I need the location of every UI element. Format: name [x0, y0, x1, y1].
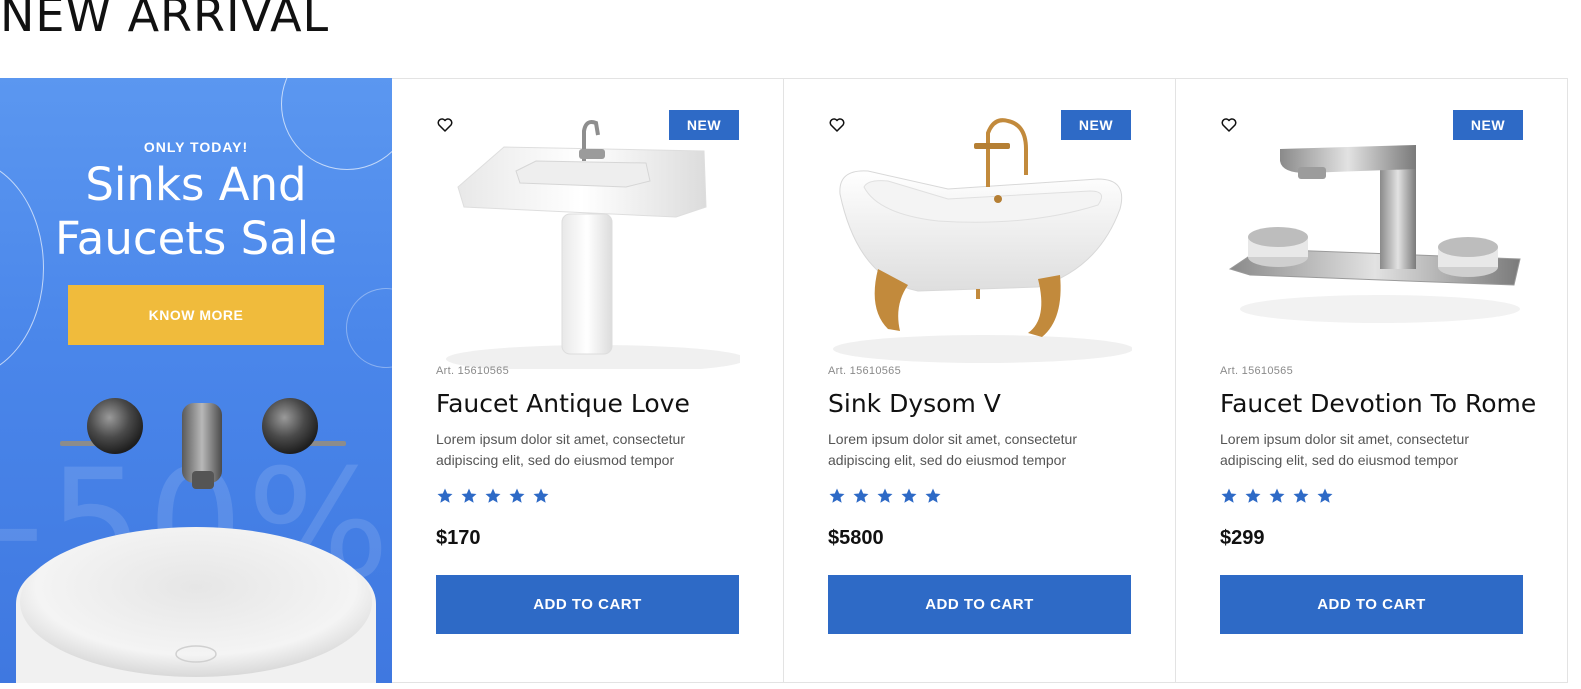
section-title: NEW ARRIVAL [0, 0, 330, 42]
star-icon [1293, 488, 1309, 503]
promo-eyebrow: ONLY TODAY! [143, 139, 249, 155]
heart-icon[interactable] [828, 116, 846, 134]
product-row: -50% ONLY TODAY! Sinks And Faucets Sale … [0, 78, 1568, 683]
product-description: Lorem ipsum dolor sit amet, consectetur … [828, 431, 1077, 468]
heart-icon[interactable] [1220, 116, 1238, 134]
decorative-ring [346, 288, 392, 368]
product-description: Lorem ipsum dolor sit amet, consectetur … [1220, 431, 1469, 468]
article-number: Art. 15610565 [828, 365, 902, 377]
star-icon [877, 488, 893, 503]
know-more-button[interactable]: KNOW MORE [68, 285, 324, 345]
product-name[interactable]: Faucet Devotion To Rome [1220, 389, 1536, 418]
clawfoot-bathtub-image [833, 118, 1132, 363]
product-name[interactable]: Faucet Antique Love [436, 389, 690, 418]
deck-faucet-image [1228, 145, 1521, 323]
article-number: Art. 15610565 [1220, 365, 1294, 377]
star-icon [1269, 488, 1285, 503]
heart-icon[interactable] [436, 116, 454, 134]
new-badge: NEW [669, 110, 739, 140]
product-card: NEW Art. 15610565 Faucet Antique Love Lo… [392, 78, 784, 683]
promo-headline-line: Sinks And [85, 158, 307, 211]
product-price: $170 [436, 527, 481, 549]
star-icon [1317, 488, 1333, 503]
rating-stars [1220, 487, 1334, 505]
star-icon [829, 488, 845, 503]
star-icon [509, 488, 525, 503]
promo-banner: -50% ONLY TODAY! Sinks And Faucets Sale … [0, 78, 392, 683]
rating-stars [436, 487, 550, 505]
product-price: $5800 [828, 527, 884, 549]
faucet-set-image [60, 398, 346, 489]
new-badge: NEW [1061, 110, 1131, 140]
product-name[interactable]: Sink Dysom V [828, 389, 1001, 418]
article-number: Art. 15610565 [436, 365, 510, 377]
star-icon [437, 488, 453, 503]
star-icon [1245, 488, 1261, 503]
star-icon [533, 488, 549, 503]
product-card: NEW Art. 15610565 Faucet Devotion To Rom… [1176, 78, 1568, 683]
product-price: $299 [1220, 527, 1265, 549]
product-description: Lorem ipsum dolor sit amet, consectetur … [436, 431, 685, 468]
pedestal-sink-image [446, 120, 740, 369]
star-icon [485, 488, 501, 503]
star-icon [901, 488, 917, 503]
star-icon [853, 488, 869, 503]
star-icon [925, 488, 941, 503]
add-to-cart-button[interactable]: ADD TO CART [1220, 575, 1523, 634]
decorative-ring [281, 78, 392, 170]
promo-headline-line: Faucets Sale [55, 212, 337, 265]
add-to-cart-button[interactable]: ADD TO CART [436, 575, 739, 634]
product-card: NEW Art. 15610565 Sink Dysom V Lorem ips… [784, 78, 1176, 683]
rating-stars [828, 487, 942, 505]
vessel-sink-image [16, 527, 376, 683]
star-icon [1221, 488, 1237, 503]
promo-headline: Sinks And Faucets Sale [0, 158, 392, 266]
add-to-cart-button[interactable]: ADD TO CART [828, 575, 1131, 634]
star-icon [461, 488, 477, 503]
new-badge: NEW [1453, 110, 1523, 140]
